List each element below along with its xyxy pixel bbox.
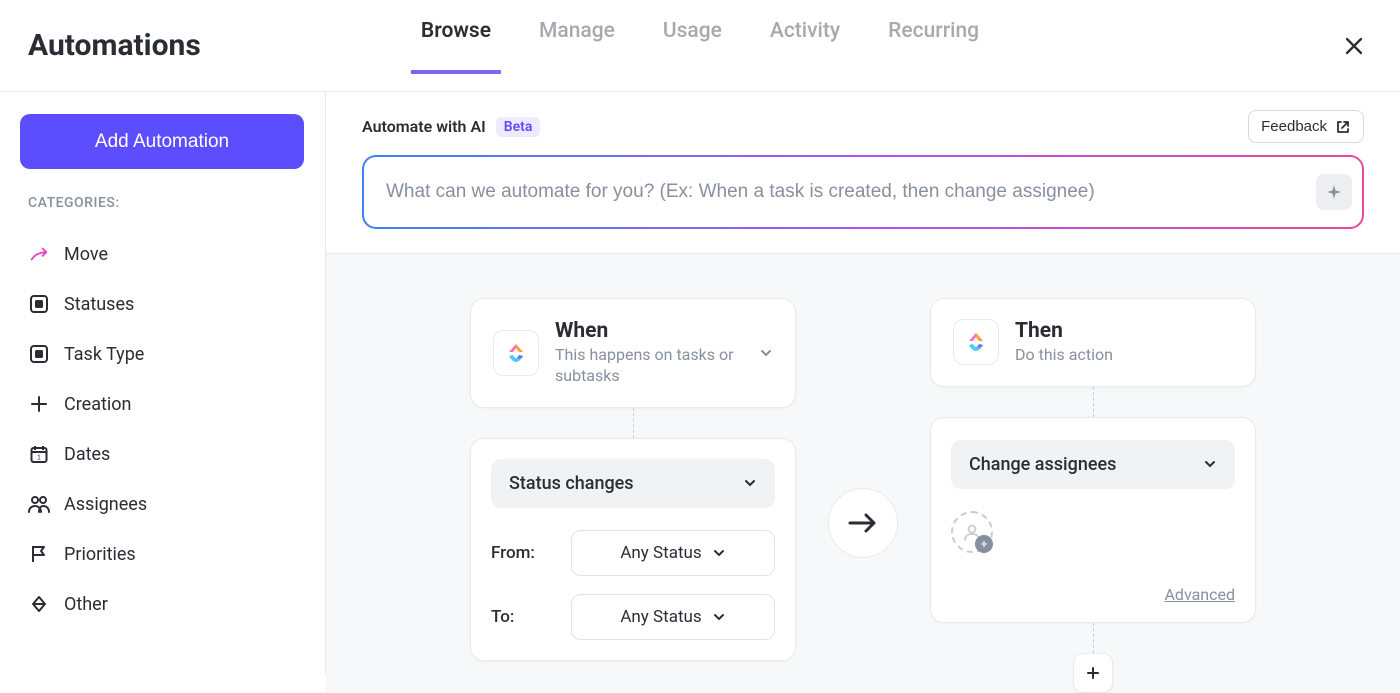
chevron-down-icon [712, 546, 726, 560]
people-icon [28, 493, 50, 515]
sidebar-item-assignees[interactable]: Assignees [20, 479, 305, 529]
sidebar-item-dates[interactable]: 1 Dates [20, 429, 305, 479]
add-assignee-button[interactable]: + [951, 511, 993, 553]
tabs: Browse Manage Usage Activity Recurring [421, 19, 979, 73]
ai-input[interactable] [386, 181, 1316, 203]
external-link-icon [1335, 119, 1351, 135]
to-select[interactable]: Any Status [571, 594, 775, 640]
add-automation-button[interactable]: Add Automation [20, 114, 304, 169]
ai-bar: Automate with AI Beta Feedback [326, 92, 1400, 254]
sidebar-item-label: Priorities [64, 544, 136, 565]
chevron-down-icon [712, 610, 726, 624]
feedback-label: Feedback [1261, 118, 1327, 135]
from-value: Any Status [620, 543, 701, 563]
tab-activity[interactable]: Activity [770, 19, 840, 73]
from-label: From: [491, 543, 551, 563]
sidebar-item-move[interactable]: Move [20, 229, 305, 279]
beta-badge: Beta [496, 117, 541, 137]
clickup-icon [493, 330, 539, 376]
ai-submit-button[interactable] [1316, 174, 1352, 210]
sidebar-item-label: Task Type [64, 344, 144, 365]
plus-icon [1085, 665, 1101, 681]
trigger-card: Status changes From: Any Status To: [470, 438, 796, 661]
svg-text:1: 1 [37, 455, 41, 462]
square-icon [28, 293, 50, 315]
header: Automations Browse Manage Usage Activity… [0, 0, 1400, 92]
from-select[interactable]: Any Status [571, 530, 775, 576]
calendar-icon: 1 [28, 443, 50, 465]
action-select-label: Change assignees [969, 454, 1116, 475]
arrow-connector [828, 488, 898, 558]
sidebar-item-creation[interactable]: Creation [20, 379, 305, 429]
close-icon [1344, 36, 1364, 56]
page-title: Automations [28, 28, 201, 63]
tab-manage[interactable]: Manage [539, 19, 615, 73]
categories-heading: CATEGORIES: [20, 195, 305, 211]
chevron-down-icon [743, 476, 757, 490]
action-card: Change assignees + Advanced [930, 417, 1256, 623]
sidebar-item-statuses[interactable]: Statuses [20, 279, 305, 329]
add-step-button[interactable] [1073, 653, 1113, 693]
sidebar-item-priorities[interactable]: Priorities [20, 529, 305, 579]
when-title: When [555, 319, 743, 343]
canvas: When This happens on tasks or subtasks S… [326, 254, 1400, 693]
tab-usage[interactable]: Usage [663, 19, 722, 73]
to-value: Any Status [620, 607, 701, 627]
sidebar-item-label: Statuses [64, 294, 134, 315]
sidebar-item-label: Assignees [64, 494, 147, 515]
then-card[interactable]: Then Do this action [930, 298, 1256, 387]
diamond-icon [28, 593, 50, 615]
arrow-right-icon [846, 511, 880, 535]
feedback-button[interactable]: Feedback [1248, 110, 1364, 143]
clickup-icon [953, 319, 999, 365]
share-icon [28, 243, 50, 265]
when-subtitle: This happens on tasks or subtasks [555, 345, 743, 387]
ai-title: Automate with AI [362, 117, 486, 136]
to-label: To: [491, 607, 551, 627]
advanced-link[interactable]: Advanced [951, 585, 1235, 604]
trigger-select[interactable]: Status changes [491, 459, 775, 508]
plus-icon [28, 393, 50, 415]
connector [1093, 623, 1094, 653]
action-select[interactable]: Change assignees [951, 440, 1235, 489]
connector [633, 408, 634, 438]
connector [1093, 387, 1094, 417]
sidebar-item-label: Other [64, 594, 108, 615]
sidebar-item-label: Creation [64, 394, 131, 415]
square-icon [28, 343, 50, 365]
plus-badge-icon: + [975, 535, 993, 553]
ai-input-container [362, 155, 1364, 229]
chevron-down-icon [759, 346, 773, 360]
tab-recurring[interactable]: Recurring [888, 19, 979, 73]
close-button[interactable] [1344, 36, 1364, 56]
sparkle-icon [1325, 183, 1343, 201]
sidebar: Add Automation CATEGORIES: Move Statuses… [0, 92, 326, 674]
sidebar-item-label: Move [64, 244, 108, 265]
then-subtitle: Do this action [1015, 345, 1113, 366]
sidebar-item-label: Dates [64, 444, 110, 465]
when-card[interactable]: When This happens on tasks or subtasks [470, 298, 796, 408]
then-title: Then [1015, 319, 1113, 343]
tab-browse[interactable]: Browse [421, 19, 491, 73]
chevron-down-icon [1203, 457, 1217, 471]
sidebar-item-task-type[interactable]: Task Type [20, 329, 305, 379]
flag-icon [28, 543, 50, 565]
main: Automate with AI Beta Feedback [326, 92, 1400, 674]
sidebar-item-other[interactable]: Other [20, 579, 305, 629]
trigger-select-label: Status changes [509, 473, 634, 494]
